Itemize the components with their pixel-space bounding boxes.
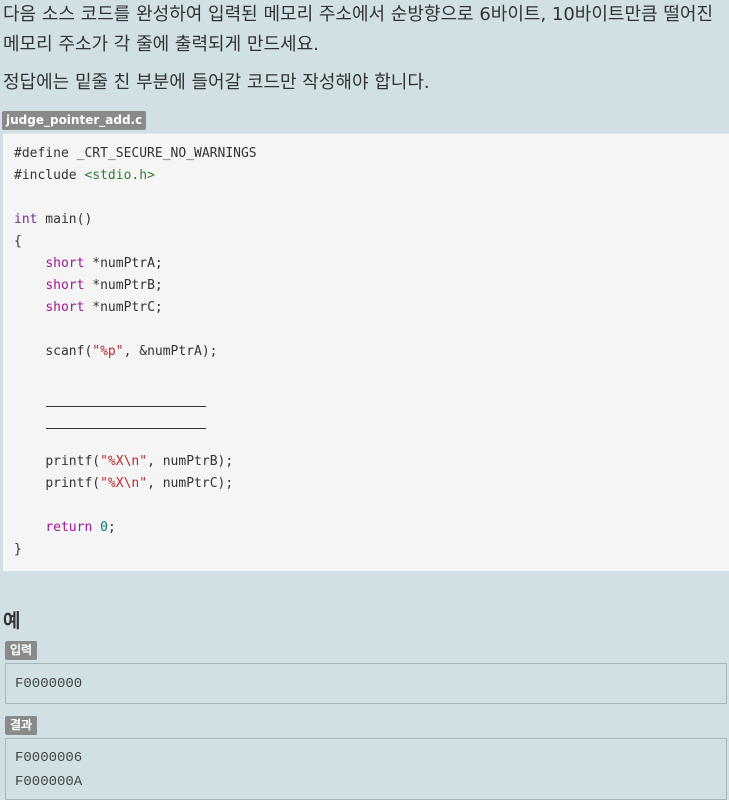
problem-paragraph-2: 정답에는 밑줄 친 부분에 들어갈 코드만 작성해야 합니다. <box>3 72 430 93</box>
code-line: #define _CRT_SECURE_NO_WARNINGS <box>14 146 257 161</box>
output-line: F000000A <box>15 774 83 790</box>
code-line: #include <stdio.h> <box>14 165 257 187</box>
code-number: 0 <box>100 520 108 535</box>
source-code: #define _CRT_SECURE_NO_WARNINGS #include… <box>14 143 257 561</box>
input-line: F0000000 <box>15 676 83 692</box>
code-line: short *numPtrA; <box>14 253 257 275</box>
code-line-empty <box>14 495 257 517</box>
code-include-path: <stdio.h> <box>84 168 155 183</box>
code-text: #include <box>14 168 85 183</box>
answer-blank-underline <box>46 414 206 429</box>
code-text: ; <box>107 520 116 535</box>
code-line: return 0; <box>14 517 257 539</box>
code-block: #define _CRT_SECURE_NO_WARNINGS #include… <box>3 133 729 571</box>
code-line: printf("%X\n", numPtrB); <box>14 451 257 473</box>
problem-paragraph-1: 다음 소스 코드를 완성하여 입력된 메모리 주소에서 순방향으로 6바이트, … <box>3 4 714 55</box>
code-text: printf( <box>45 454 101 469</box>
code-line: { <box>14 234 22 249</box>
answer-blank-underline <box>46 392 206 407</box>
example-section-title: 예 <box>3 610 21 632</box>
code-text: , &numPtrA); <box>123 344 218 359</box>
code-line: int main() <box>14 209 257 231</box>
example-input-box: F0000000 <box>5 663 727 704</box>
code-text: scanf( <box>45 344 93 359</box>
problem-description: 다음 소스 코드를 완성하여 입력된 메모리 주소에서 순방향으로 6바이트, … <box>3 0 727 98</box>
code-text: *numPtrB; <box>84 278 163 293</box>
file-name-badge: judge_pointer_add.c <box>2 111 147 130</box>
code-keyword: int <box>14 212 38 227</box>
code-line-blank-2 <box>14 407 257 429</box>
code-line-empty <box>14 187 257 209</box>
code-text: main() <box>37 212 93 227</box>
input-label-badge: 입력 <box>5 641 38 660</box>
output-label-badge: 결과 <box>5 716 38 735</box>
code-text: , numPtrB); <box>147 454 234 469</box>
code-text: printf( <box>45 476 101 491</box>
code-text: *numPtrA; <box>84 256 163 271</box>
code-line: scanf("%p", &numPtrA); <box>14 341 257 363</box>
code-line-empty <box>14 429 257 451</box>
code-line: short *numPtrC; <box>14 297 257 319</box>
code-string: "%X\n" <box>100 476 148 491</box>
code-string: "%p" <box>92 344 124 359</box>
code-text: *numPtrC; <box>84 300 163 315</box>
code-string: "%X\n" <box>100 454 148 469</box>
code-line: } <box>14 542 22 557</box>
output-line: F0000006 <box>15 750 83 766</box>
code-line: short *numPtrB; <box>14 275 257 297</box>
code-keyword: short <box>45 300 85 315</box>
code-line-empty <box>14 363 257 385</box>
code-keyword: return <box>45 520 93 535</box>
code-line-blank-1 <box>14 385 257 407</box>
code-keyword: short <box>45 256 85 271</box>
code-keyword: short <box>45 278 85 293</box>
code-line-empty <box>14 319 257 341</box>
code-line: printf("%X\n", numPtrC); <box>14 473 257 495</box>
example-output-box: F0000006 F000000A <box>5 738 727 800</box>
code-text: , numPtrC); <box>147 476 234 491</box>
